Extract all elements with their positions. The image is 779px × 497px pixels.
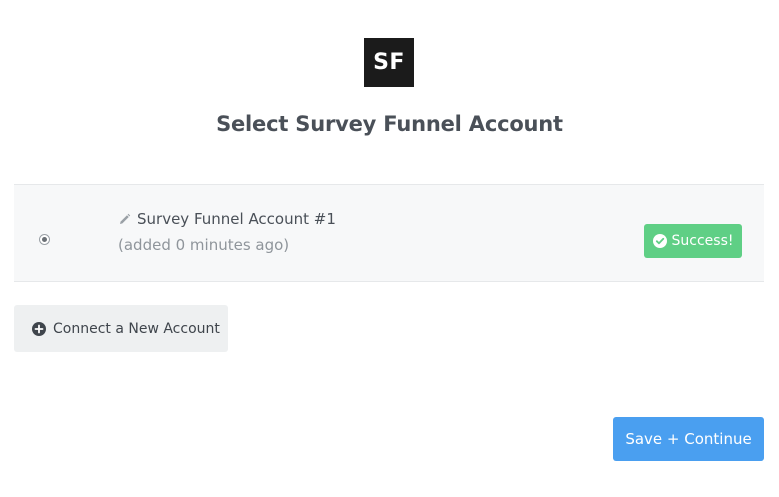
- pencil-icon[interactable]: [118, 213, 131, 226]
- account-row[interactable]: Survey Funnel Account #1 (added 0 minute…: [14, 184, 764, 282]
- status-badge: Success!: [644, 224, 742, 258]
- plus-circle-icon: [32, 321, 46, 336]
- page-title: Select Survey Funnel Account: [216, 112, 563, 136]
- account-added-time: (added 0 minutes ago): [118, 236, 290, 254]
- status-text: Success!: [671, 233, 734, 249]
- radio-selected-dot: [42, 237, 47, 242]
- check-circle-icon: [652, 234, 667, 248]
- save-continue-button[interactable]: Save + Continue: [613, 417, 764, 461]
- save-continue-label: Save + Continue: [625, 430, 752, 448]
- account-name-line: Survey Funnel Account #1: [118, 210, 336, 228]
- app-logo: SF: [364, 38, 414, 87]
- connect-new-account-label: Connect a New Account: [53, 320, 220, 337]
- connect-new-account-button[interactable]: Connect a New Account: [14, 305, 228, 352]
- account-radio[interactable]: [39, 234, 50, 245]
- select-account-page: SF Select Survey Funnel Account Survey F…: [0, 0, 779, 497]
- account-name: Survey Funnel Account #1: [137, 210, 336, 228]
- logo-text: SF: [373, 50, 405, 75]
